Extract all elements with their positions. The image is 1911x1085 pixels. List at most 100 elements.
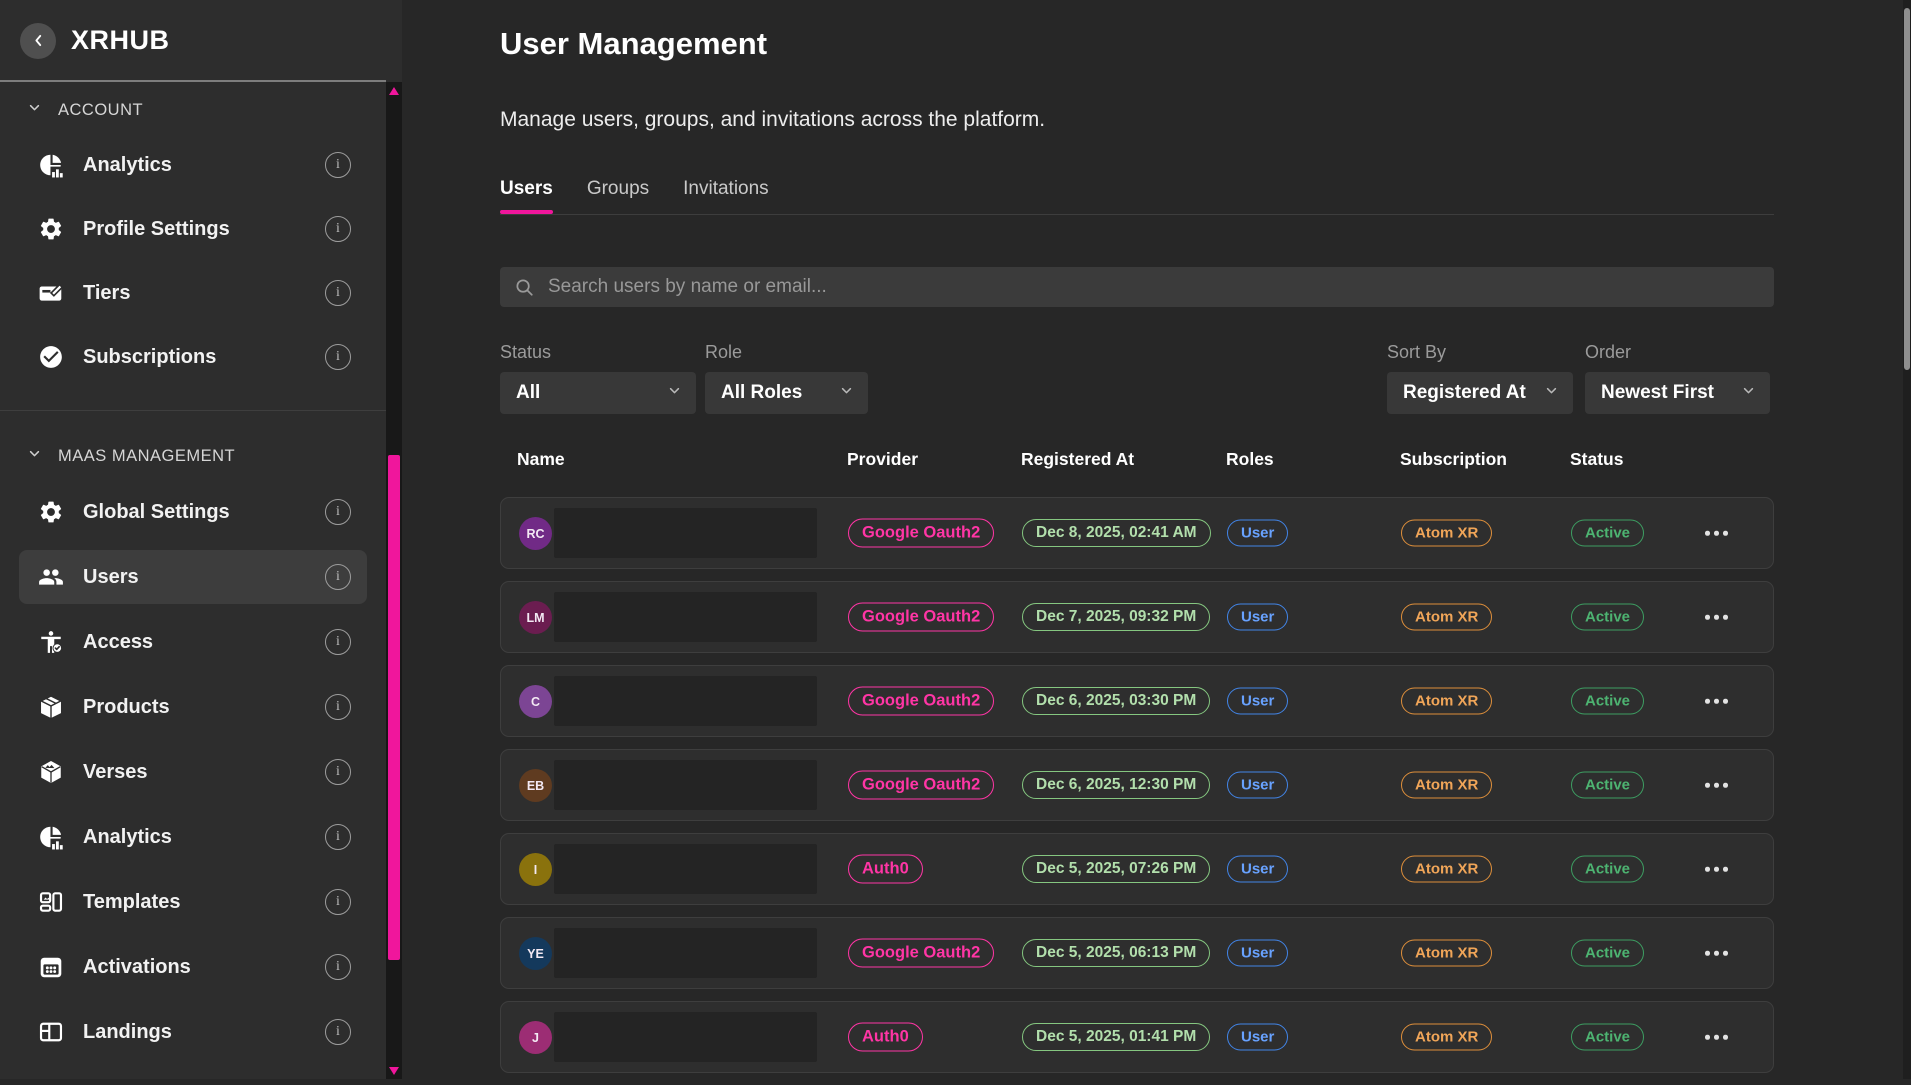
sidebar-item-products[interactable]: Productsi <box>19 680 367 734</box>
info-icon[interactable]: i <box>325 564 351 590</box>
sidebar-item-profile-settings[interactable]: Profile Settingsi <box>19 202 367 256</box>
status-select[interactable]: All <box>500 372 696 414</box>
sidebar-item-global-settings[interactable]: Global Settingsi <box>19 485 367 539</box>
search-input[interactable] <box>546 275 1760 299</box>
chevron-left-icon <box>30 32 47 49</box>
role-select[interactable]: All Roles <box>705 372 868 414</box>
registered-at-badge: Dec 8, 2025, 02:41 AM <box>1022 519 1211 547</box>
row-actions-button[interactable] <box>1697 607 1736 628</box>
table-row[interactable]: JAuth0Dec 5, 2025, 01:41 PMUserAtom XRAc… <box>500 1001 1774 1073</box>
info-icon[interactable]: i <box>325 824 351 850</box>
sort-by-select[interactable]: Registered At <box>1387 372 1573 414</box>
tab-invitations[interactable]: Invitations <box>683 178 769 214</box>
redacted-name <box>554 928 817 978</box>
sidebar-item-access[interactable]: Accessi <box>19 615 367 669</box>
scroll-up-arrow-icon[interactable] <box>389 87 399 95</box>
sidebar-section-items: Global SettingsiUsersiAccessiProductsiVe… <box>0 485 386 1059</box>
order-select[interactable]: Newest First <box>1585 372 1770 414</box>
sidebar-item-subscriptions[interactable]: Subscriptionsi <box>19 330 367 384</box>
info-icon[interactable]: i <box>325 759 351 785</box>
sidebar-section-label: MAAS MANAGEMENT <box>58 447 235 466</box>
info-icon[interactable]: i <box>325 280 351 306</box>
sidebar-item-activations[interactable]: Activationsi <box>19 940 367 994</box>
avatar: EB <box>519 769 552 802</box>
row-actions-button[interactable] <box>1697 1027 1736 1048</box>
sidebar-section-divider <box>0 410 386 411</box>
info-icon[interactable]: i <box>325 629 351 655</box>
sidebar-item-verses[interactable]: Versesi <box>19 745 367 799</box>
avatar: LM <box>519 601 552 634</box>
row-actions-button[interactable] <box>1697 859 1736 880</box>
avatar: RC <box>519 517 552 550</box>
provider-badge: Google Oauth2 <box>848 519 994 548</box>
gear-icon <box>38 216 64 242</box>
sidebar-scrollbar[interactable] <box>386 82 402 1079</box>
access-icon <box>38 629 64 655</box>
filter-label: Sort By <box>1387 342 1573 363</box>
sidebar-item-analytics[interactable]: Analyticsi <box>19 810 367 864</box>
row-actions-button[interactable] <box>1697 943 1736 964</box>
sidebar-item-label: Verses <box>83 761 325 784</box>
sidebar-item-users[interactable]: Usersi <box>19 550 367 604</box>
sidebar-item-analytics[interactable]: Analyticsi <box>19 138 367 192</box>
table-row[interactable]: YEGoogle Oauth2Dec 5, 2025, 06:13 PMUser… <box>500 917 1774 989</box>
table-row[interactable]: LMGoogle Oauth2Dec 7, 2025, 09:32 PMUser… <box>500 581 1774 653</box>
sidebar-item-label: Users <box>83 566 325 589</box>
sidebar-item-label: Tiers <box>83 282 325 305</box>
info-icon[interactable]: i <box>325 344 351 370</box>
redacted-name <box>554 1012 817 1062</box>
role-badge: User <box>1227 604 1288 631</box>
sidebar-item-label: Landings <box>83 1021 325 1044</box>
avatar: C <box>519 685 552 718</box>
subscription-badge: Atom XR <box>1401 520 1492 547</box>
table-row[interactable]: EBGoogle Oauth2Dec 6, 2025, 12:30 PMUser… <box>500 749 1774 821</box>
gear-icon <box>38 499 64 525</box>
page-scrollbar[interactable] <box>1903 0 1911 1079</box>
role-badge: User <box>1227 940 1288 967</box>
subscription-badge: Atom XR <box>1401 940 1492 967</box>
tab-bar: Users Groups Invitations <box>500 178 803 214</box>
scroll-down-arrow-icon[interactable] <box>389 1067 399 1075</box>
sidebar-section-maas-management[interactable]: MAAS MANAGEMENT <box>26 438 386 474</box>
role-badge: User <box>1227 1024 1288 1051</box>
subscription-badge: Atom XR <box>1401 856 1492 883</box>
filter-sort-by: Sort By Registered At <box>1387 342 1573 414</box>
info-icon[interactable]: i <box>325 499 351 525</box>
row-actions-button[interactable] <box>1697 691 1736 712</box>
select-value: All <box>516 382 540 404</box>
sidebar-item-tiers[interactable]: Tiersi <box>19 266 367 320</box>
analytics-icon <box>38 152 64 178</box>
back-button[interactable] <box>20 23 56 59</box>
column-header-subscription: Subscription <box>1400 449 1507 470</box>
page-scrollbar-thumb[interactable] <box>1904 8 1910 370</box>
filter-label: Status <box>500 342 696 363</box>
info-icon[interactable]: i <box>325 1019 351 1045</box>
sidebar-scrollbar-thumb[interactable] <box>388 455 400 960</box>
table-row[interactable]: IAuth0Dec 5, 2025, 07:26 PMUserAtom XRAc… <box>500 833 1774 905</box>
select-value: All Roles <box>721 382 802 404</box>
status-badge: Active <box>1571 520 1644 547</box>
sidebar-item-templates[interactable]: Templatesi <box>19 875 367 929</box>
tab-users[interactable]: Users <box>500 178 553 214</box>
column-header-registered-at: Registered At <box>1021 449 1134 470</box>
chevron-down-icon <box>1740 382 1757 404</box>
sidebar-item-landings[interactable]: Landingsi <box>19 1005 367 1059</box>
table-row[interactable]: RCGoogle Oauth2Dec 8, 2025, 02:41 AMUser… <box>500 497 1774 569</box>
table-row[interactable]: CGoogle Oauth2Dec 6, 2025, 03:30 PMUserA… <box>500 665 1774 737</box>
sidebar-section-label: ACCOUNT <box>58 101 143 120</box>
info-icon[interactable]: i <box>325 694 351 720</box>
sidebar-section-account[interactable]: ACCOUNT <box>26 92 386 128</box>
info-icon[interactable]: i <box>325 152 351 178</box>
row-actions-button[interactable] <box>1697 523 1736 544</box>
filter-label: Order <box>1585 342 1770 363</box>
info-icon[interactable]: i <box>325 889 351 915</box>
sidebar-nav: ACCOUNTAnalyticsiProfile SettingsiTiersi… <box>0 82 386 1079</box>
status-badge: Active <box>1571 1024 1644 1051</box>
info-icon[interactable]: i <box>325 216 351 242</box>
provider-badge: Google Oauth2 <box>848 939 994 968</box>
tab-groups[interactable]: Groups <box>587 178 649 214</box>
row-actions-button[interactable] <box>1697 775 1736 796</box>
info-icon[interactable]: i <box>325 954 351 980</box>
templates-icon <box>38 889 64 915</box>
registered-at-badge: Dec 6, 2025, 12:30 PM <box>1022 771 1210 799</box>
